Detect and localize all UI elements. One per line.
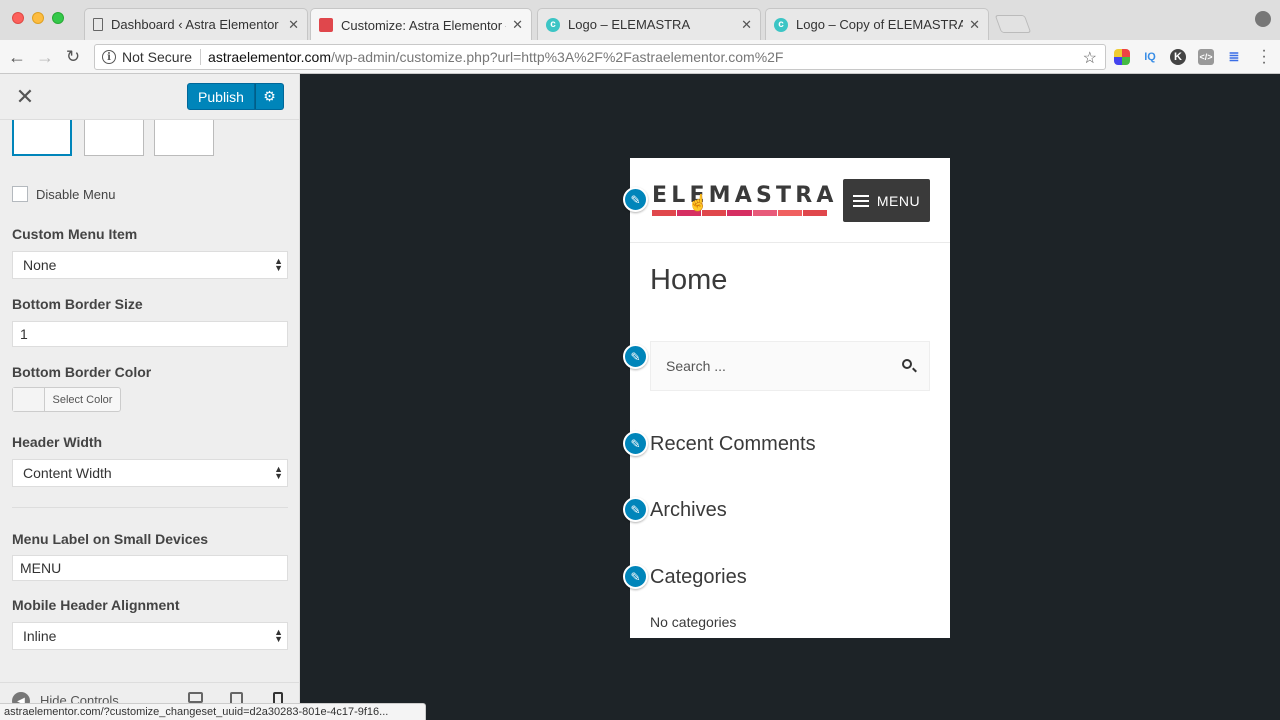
- search-input[interactable]: Search ...: [650, 341, 930, 391]
- select-color-label: Select Color: [52, 393, 113, 406]
- no-categories-text: No categories: [650, 614, 737, 630]
- section-divider: [12, 507, 288, 508]
- close-icon[interactable]: ✕: [741, 17, 752, 33]
- address-bar[interactable]: i Not Secure astraelementor.com /wp-admi…: [94, 44, 1106, 70]
- layout-option-1[interactable]: [12, 120, 72, 156]
- back-arrow-icon[interactable]: ←: [5, 45, 29, 69]
- browser-tab-dashboard[interactable]: Dashboard ‹ Astra Elementor — W ✕: [84, 8, 308, 40]
- new-tab-button[interactable]: [994, 15, 1032, 33]
- bottom-border-size-label: Bottom Border Size: [12, 296, 143, 312]
- customizer-sidebar: ✕ Publish ⚙ Disable Menu Custom Menu Ite…: [0, 74, 300, 720]
- bottom-border-color-label: Bottom Border Color: [12, 364, 152, 380]
- select-value: Inline: [23, 628, 57, 644]
- select-arrows-icon: ▲ ▼: [274, 627, 283, 644]
- logo-color-bar: [652, 210, 828, 216]
- header-width-label: Header Width: [12, 434, 103, 450]
- tab-title: Logo – Copy of ELEMASTRA: [796, 17, 964, 32]
- close-icon[interactable]: ✕: [288, 17, 299, 33]
- disable-menu-option[interactable]: Disable Menu: [12, 186, 116, 202]
- disable-menu-label: Disable Menu: [36, 186, 116, 202]
- color-swatch: [13, 388, 45, 411]
- window-minimize-button[interactable]: [32, 12, 44, 24]
- search-icon[interactable]: [902, 359, 912, 369]
- logo-text: ELEMASTRA: [652, 183, 838, 208]
- red-square-icon: [319, 18, 333, 32]
- bookmark-star-icon[interactable]: ☆: [1083, 48, 1097, 68]
- mobile-header-alignment-select[interactable]: Inline ▲ ▼: [12, 622, 288, 650]
- select-value: Content Width: [23, 465, 112, 481]
- widget-title-categories: Categories: [650, 566, 747, 588]
- tab-title: Dashboard ‹ Astra Elementor — W: [111, 17, 282, 32]
- browser-toolbar: ← → ↻ i Not Secure astraelementor.com /w…: [0, 40, 1280, 74]
- header-width-select[interactable]: Content Width ▲ ▼: [12, 459, 288, 487]
- select-arrows-icon: ▲ ▼: [274, 464, 283, 481]
- url-host: astraelementor.com: [208, 49, 331, 65]
- edit-recent-comments-pencil-icon[interactable]: ✎: [623, 431, 648, 456]
- k-extension-icon[interactable]: K: [1170, 49, 1186, 65]
- select-value: None: [23, 257, 57, 273]
- header-bottom-border: [630, 242, 950, 243]
- bottom-border-size-input[interactable]: 1: [12, 321, 288, 347]
- desktop-preview-icon[interactable]: [188, 692, 203, 703]
- close-icon[interactable]: ✕: [512, 17, 523, 33]
- widget-title-recent-comments: Recent Comments: [650, 433, 816, 455]
- list-extension-icon[interactable]: ≣: [1226, 49, 1242, 65]
- menu-label-small-devices-label: Menu Label on Small Devices: [12, 531, 209, 547]
- menu-label-small-devices-input[interactable]: MENU: [12, 555, 288, 581]
- site-logo[interactable]: ELEMASTRA: [652, 183, 838, 216]
- page-title: Home: [650, 264, 728, 296]
- forward-arrow-icon[interactable]: →: [33, 45, 57, 69]
- tab-title: Customize: Astra Elementor — W: [341, 17, 506, 33]
- layout-option-3[interactable]: [154, 120, 214, 156]
- layout-option-2[interactable]: [84, 120, 144, 156]
- code-extension-icon[interactable]: </>: [1198, 49, 1214, 65]
- color-extension-icon[interactable]: [1114, 49, 1130, 65]
- more-menu-icon[interactable]: · · ·: [1256, 43, 1272, 71]
- edit-archives-pencil-icon[interactable]: ✎: [623, 497, 648, 522]
- custom-menu-item-select[interactable]: None ▲ ▼: [12, 251, 288, 279]
- security-label: Not Secure: [122, 49, 202, 65]
- status-bar: astraelementor.com/?customize_changeset_…: [0, 703, 426, 720]
- hamburger-icon: [852, 194, 869, 207]
- mobile-menu-button[interactable]: MENU: [843, 179, 930, 222]
- custom-menu-item-label: Custom Menu Item: [12, 226, 138, 242]
- document-icon: [93, 18, 103, 31]
- menu-button-label: MENU: [876, 192, 921, 209]
- widget-title-archives: Archives: [650, 499, 727, 521]
- teal-c-icon: c: [546, 17, 560, 32]
- edit-categories-pencil-icon[interactable]: ✎: [623, 564, 648, 589]
- edit-logo-pencil-icon[interactable]: ✎: [623, 187, 648, 212]
- profile-icon[interactable]: [1255, 11, 1271, 27]
- publish-settings-gear-icon[interactable]: ⚙: [255, 83, 284, 110]
- teal-c-icon: c: [774, 17, 788, 32]
- window-close-button[interactable]: [12, 12, 24, 24]
- browser-tab-strip: Dashboard ‹ Astra Elementor — W ✕ Custom…: [0, 0, 1280, 41]
- close-icon[interactable]: ✕: [14, 84, 36, 109]
- hand-cursor-icon: ☝: [688, 195, 708, 212]
- disable-menu-checkbox[interactable]: [12, 186, 28, 202]
- select-arrows-icon: ▲ ▼: [274, 256, 283, 273]
- tab-title: Logo – ELEMASTRA: [568, 17, 691, 32]
- window-zoom-button[interactable]: [52, 12, 64, 24]
- edit-search-widget-pencil-icon[interactable]: ✎: [623, 344, 648, 369]
- publish-button[interactable]: Publish: [187, 83, 255, 110]
- customizer-header: ✕ Publish ⚙: [0, 74, 299, 120]
- iq-extension-icon[interactable]: IQ: [1142, 49, 1158, 65]
- browser-tab-logo-copy[interactable]: c Logo – Copy of ELEMASTRA ✕: [765, 8, 989, 40]
- select-color-button[interactable]: Select Color: [12, 387, 121, 412]
- info-icon[interactable]: i: [102, 50, 116, 64]
- search-placeholder: Search ...: [666, 358, 726, 374]
- mobile-header-alignment-label: Mobile Header Alignment: [12, 597, 180, 613]
- browser-tab-customize[interactable]: Customize: Astra Elementor — W ✕: [310, 8, 532, 41]
- browser-tab-logo[interactable]: c Logo – ELEMASTRA ✕: [537, 8, 761, 40]
- url-path: /wp-admin/customize.php?url=http%3A%2F%2…: [331, 49, 784, 65]
- site-preview: ELEMASTRA ✎ MENU Home ✎ Search ... ✎ Rec…: [623, 158, 950, 638]
- close-icon[interactable]: ✕: [969, 17, 980, 33]
- reload-icon[interactable]: ↻: [61, 45, 85, 69]
